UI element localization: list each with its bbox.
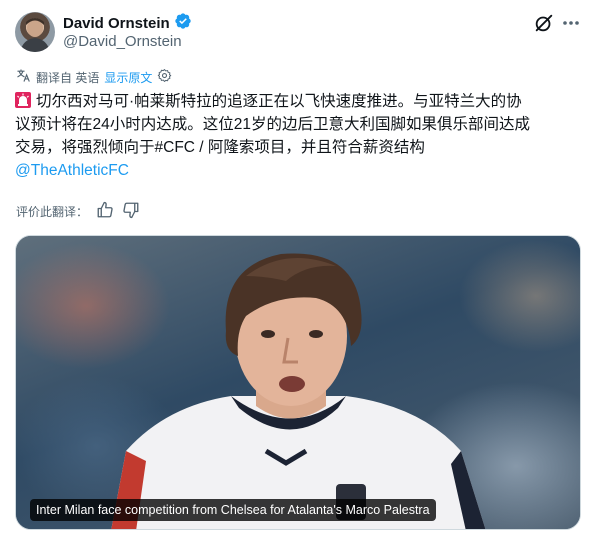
tweet-line-2: 议预计将在24小时内达成。这位21岁的边后卫意大利国脚如果俱乐部间达成 <box>15 116 530 133</box>
verified-badge-icon <box>174 12 192 35</box>
thumbs-down-icon[interactable] <box>122 201 140 222</box>
mention-link[interactable]: @TheAthleticFC <box>15 159 580 182</box>
rate-translation-row: 评价此翻译： <box>16 201 140 222</box>
translate-icon <box>16 68 31 86</box>
tweet-text: 切尔西对马可·帕莱斯特拉的追逐正在以飞快速度推进。与亚特兰大的协 议预计将在24… <box>15 90 580 182</box>
tweet-line-3: 交易，将强烈倾向于#CFC / 阿隆索项目，并且符合薪资结构 <box>15 139 425 156</box>
show-original-link[interactable]: 显示原文 <box>104 69 152 86</box>
author-display-name[interactable]: David Ornstein <box>63 15 170 32</box>
more-icon[interactable] <box>562 12 580 34</box>
author-name-row[interactable]: David Ornstein <box>63 12 192 35</box>
grok-icon[interactable] <box>533 12 555 34</box>
media-image[interactable]: Inter Milan face competition from Chelse… <box>15 235 581 530</box>
tweet-line-1: 切尔西对马可·帕莱斯特拉的追逐正在以飞快速度推进。与亚特兰大的协 <box>15 90 580 113</box>
tweet-card: David Ornstein @David_Ornstein 翻译自 英语 显示… <box>0 0 590 537</box>
media-caption: Inter Milan face competition from Chelse… <box>30 499 436 521</box>
rate-translation-label: 评价此翻译： <box>16 205 89 219</box>
tweet-line-1-text: 切尔西对马可·帕莱斯特拉的追逐正在以飞快速度推进。与亚特兰大的协 <box>36 93 522 110</box>
translated-from-label: 翻译自 英语 <box>36 70 100 85</box>
player-photo <box>111 253 486 529</box>
siren-icon <box>15 92 31 108</box>
thumbs-up-icon[interactable] <box>96 201 114 222</box>
gear-icon[interactable] <box>157 68 172 86</box>
author-handle[interactable]: @David_Ornstein <box>63 33 182 50</box>
translation-bar: 翻译自 英语 显示原文 <box>16 68 172 86</box>
avatar[interactable] <box>15 12 55 52</box>
